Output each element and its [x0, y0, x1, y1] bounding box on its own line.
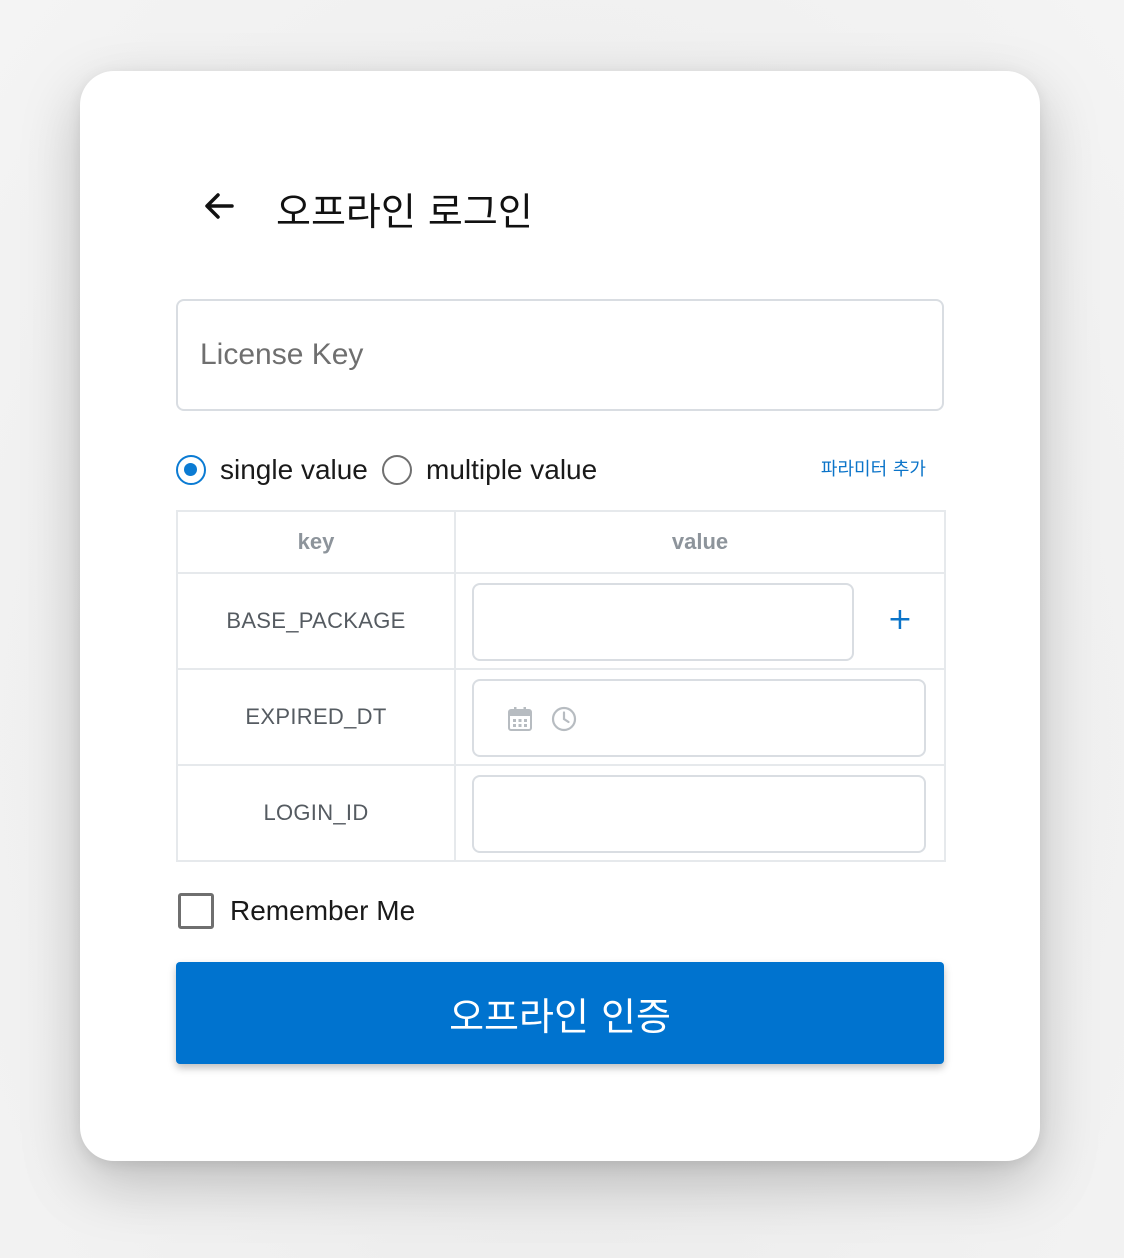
single-value-radio[interactable]	[176, 455, 206, 485]
multiple-value-radio[interactable]	[382, 455, 412, 485]
value-mode-group: single value multiple value 파라미터 추가	[176, 451, 944, 491]
table-row: LOGIN_ID	[176, 764, 946, 862]
back-button[interactable]	[198, 184, 242, 228]
remember-me-row: Remember Me	[178, 891, 578, 931]
param-key: LOGIN_ID	[176, 764, 456, 862]
plus-icon: +	[887, 602, 913, 637]
license-key-input[interactable]	[176, 299, 944, 411]
param-value-cell	[454, 668, 946, 766]
login-id-input[interactable]	[472, 775, 926, 853]
add-parameter-link[interactable]: 파라미터 추가	[821, 455, 926, 485]
remember-me-checkbox[interactable]	[178, 893, 214, 929]
calendar-icon[interactable]	[506, 705, 534, 733]
remember-me-label[interactable]: Remember Me	[230, 891, 415, 931]
param-key: EXPIRED_DT	[176, 668, 456, 766]
arrow-left-icon	[205, 193, 234, 219]
single-value-label[interactable]: single value	[220, 451, 368, 489]
table-header-row: key value	[176, 510, 946, 574]
page-title: 오프라인 로그인	[276, 190, 533, 234]
offline-auth-button[interactable]: 오프라인 인증	[176, 962, 944, 1064]
table-row: EXPIRED_DT	[176, 668, 946, 766]
param-key: BASE_PACKAGE	[176, 572, 456, 670]
column-header-key: key	[176, 510, 456, 574]
column-header-value: value	[454, 510, 946, 574]
offline-login-card: 오프라인 로그인 single value multiple value 파라미…	[80, 71, 1040, 1161]
add-value-button[interactable]: +	[880, 600, 920, 640]
parameter-table: key value BASE_PACKAGE + EXPIRED_DT LOGI…	[176, 510, 946, 862]
clock-icon[interactable]	[550, 705, 578, 733]
param-value-cell: +	[454, 572, 946, 670]
base-package-input[interactable]	[472, 583, 854, 661]
multiple-value-label[interactable]: multiple value	[426, 451, 597, 489]
expired-dt-picker[interactable]	[472, 679, 926, 757]
table-row: BASE_PACKAGE +	[176, 572, 946, 670]
param-value-cell	[454, 764, 946, 862]
